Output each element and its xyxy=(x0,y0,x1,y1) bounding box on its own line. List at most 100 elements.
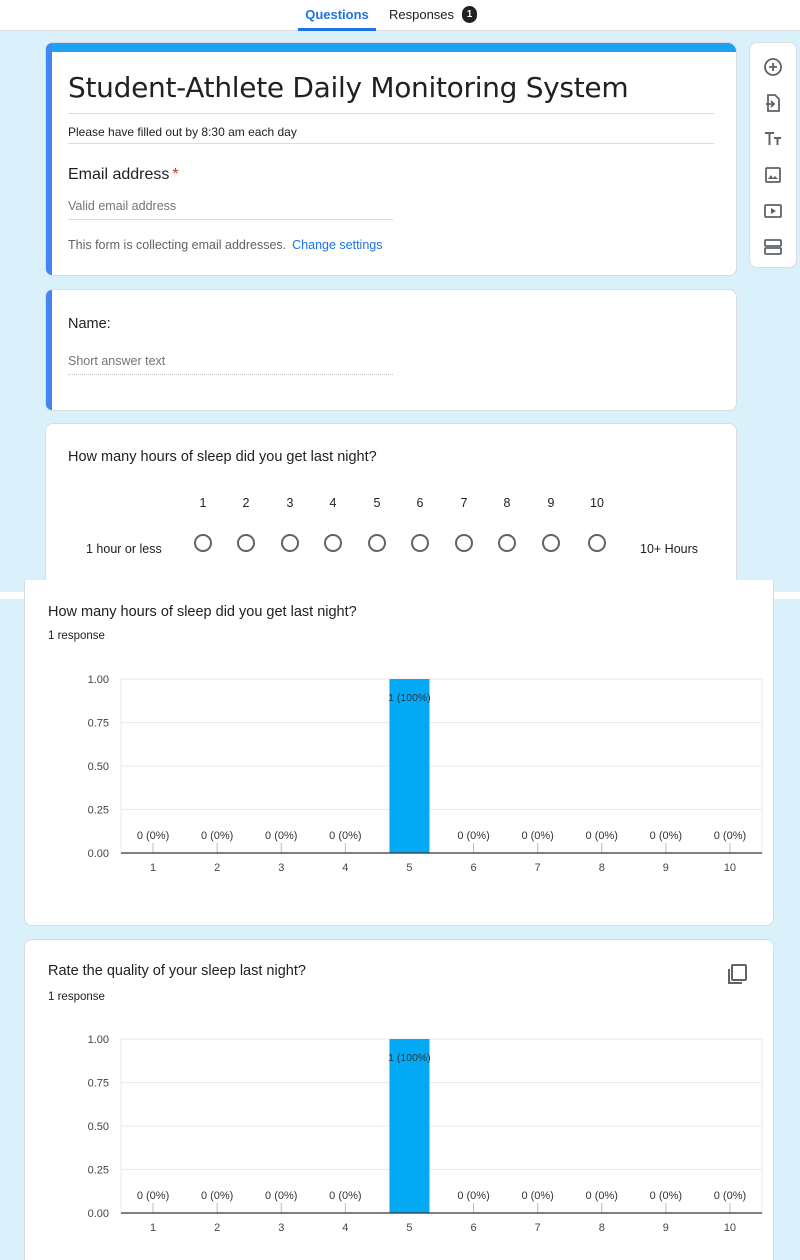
y-tick-label: 0.50 xyxy=(88,761,109,773)
add-video-icon[interactable] xyxy=(761,199,785,223)
data-label-2: 0 (0%) xyxy=(201,1190,233,1202)
tab-questions[interactable]: Questions xyxy=(298,7,376,31)
scale-radio-4[interactable] xyxy=(324,534,342,552)
data-label-6: 0 (0%) xyxy=(457,830,489,842)
scale-number-1: 1 xyxy=(199,496,207,510)
x-tick-label: 2 xyxy=(214,1222,220,1234)
add-section-icon[interactable] xyxy=(761,235,785,259)
collection-note-text: This form is collecting email addresses. xyxy=(68,238,287,252)
add-question-icon[interactable] xyxy=(761,55,785,79)
scale-number-8: 8 xyxy=(503,496,511,510)
short-answer-field: Short answer text xyxy=(68,354,393,375)
scale-radio-2[interactable] xyxy=(237,534,255,552)
y-tick-label: 0.75 xyxy=(88,1078,109,1090)
y-tick-label: 0.00 xyxy=(88,1208,109,1220)
question-label[interactable]: Name: xyxy=(68,316,111,332)
email-collection-note: This form is collecting email addresses.… xyxy=(68,238,382,252)
data-label-1: 0 (0%) xyxy=(137,830,169,842)
bar-chart: 0.00 0.25 0.50 0.75 1.00 0 (0%) 1 0 (0%) 2 0 (0%)… xyxy=(88,1034,763,1234)
y-tick-label: 1.00 xyxy=(88,1034,109,1046)
scale-radio-7[interactable] xyxy=(455,534,473,552)
scale-number-3: 3 xyxy=(286,496,294,510)
data-label-8: 0 (0%) xyxy=(586,1190,618,1202)
x-tick-label: 1 xyxy=(150,862,156,874)
x-tick-label: 4 xyxy=(342,1222,348,1234)
bar-5 xyxy=(389,1039,430,1213)
bar-chart: 0.00 0.25 0.50 0.75 1.00 0 (0%) 1 0 (0%) 2 0 (0%)… xyxy=(88,674,763,874)
form-header-card: Student-Athlete Daily Monitoring System … xyxy=(45,42,737,276)
x-tick-label: 9 xyxy=(663,1222,669,1234)
header-accent-stripe xyxy=(46,43,736,52)
scale-radio-8[interactable] xyxy=(498,534,516,552)
x-tick-label: 10 xyxy=(724,1222,736,1234)
x-tick-label: 3 xyxy=(278,862,284,874)
data-label-5: 1 (100%) xyxy=(388,1052,431,1064)
scale-low-label: 1 hour or less xyxy=(86,542,162,556)
y-tick-label: 0.25 xyxy=(88,1165,109,1177)
scale-radio-5[interactable] xyxy=(368,534,386,552)
x-tick-label: 8 xyxy=(599,1222,605,1234)
data-label-8: 0 (0%) xyxy=(586,830,618,842)
x-tick-label: 6 xyxy=(470,862,476,874)
x-tick-label: 6 xyxy=(470,1222,476,1234)
change-settings-link[interactable]: Change settings xyxy=(292,238,382,252)
question-card-name[interactable]: Name: Short answer text xyxy=(45,289,737,411)
scale-radio-9[interactable] xyxy=(542,534,560,552)
data-label-7: 0 (0%) xyxy=(521,830,553,842)
email-label-text: Email address xyxy=(68,166,170,183)
data-label-4: 0 (0%) xyxy=(329,830,361,842)
x-tick-label: 3 xyxy=(278,1222,284,1234)
scale-radio-3[interactable] xyxy=(281,534,299,552)
scale-radio-6[interactable] xyxy=(411,534,429,552)
active-section-indicator xyxy=(46,290,52,410)
email-field[interactable]: Valid email address xyxy=(68,199,393,220)
question-label[interactable]: How many hours of sleep did you get last… xyxy=(68,449,377,465)
tab-responses[interactable]: Responses xyxy=(389,7,454,31)
x-tick-label: 1 xyxy=(150,1222,156,1234)
add-title-icon[interactable] xyxy=(761,127,785,151)
data-label-10: 0 (0%) xyxy=(714,830,746,842)
scale-number-4: 4 xyxy=(329,496,337,510)
import-questions-icon[interactable] xyxy=(761,91,785,115)
y-tick-label: 0.25 xyxy=(88,805,109,817)
y-tick-label: 0.75 xyxy=(88,718,109,730)
scale-radio-1[interactable] xyxy=(194,534,212,552)
x-tick-label: 5 xyxy=(406,1222,412,1234)
email-field-label: Email address * xyxy=(68,166,179,184)
scale-number-7: 7 xyxy=(460,496,468,510)
add-image-icon[interactable] xyxy=(761,163,785,187)
required-asterisk: * xyxy=(172,166,179,183)
x-tick-label: 9 xyxy=(663,862,669,874)
data-label-9: 0 (0%) xyxy=(650,830,682,842)
data-label-1: 0 (0%) xyxy=(137,1190,169,1202)
y-tick-label: 0.00 xyxy=(88,848,109,860)
x-tick-label: 5 xyxy=(406,862,412,874)
title-underline xyxy=(68,113,714,114)
active-section-indicator xyxy=(46,43,52,275)
question-card-sleep-hours[interactable]: How many hours of sleep did you get last… xyxy=(45,423,737,591)
x-tick-label: 7 xyxy=(535,1222,541,1234)
data-label-3: 0 (0%) xyxy=(265,830,297,842)
x-tick-label: 7 xyxy=(535,862,541,874)
scale-number-5: 5 xyxy=(373,496,381,510)
data-label-2: 0 (0%) xyxy=(201,830,233,842)
question-toolbar xyxy=(749,42,797,268)
response-chart-card: How many hours of sleep did you get last… xyxy=(24,580,774,926)
y-tick-label: 1.00 xyxy=(88,674,109,686)
scale-radio-10[interactable] xyxy=(588,534,606,552)
form-title[interactable]: Student-Athlete Daily Monitoring System xyxy=(68,71,629,104)
data-label-10: 0 (0%) xyxy=(714,1190,746,1202)
x-tick-label: 2 xyxy=(214,862,220,874)
data-label-6: 0 (0%) xyxy=(457,1190,489,1202)
x-tick-label: 4 xyxy=(342,862,348,874)
form-description[interactable]: Please have filled out by 8:30 am each d… xyxy=(68,125,297,139)
x-tick-label: 8 xyxy=(599,862,605,874)
scale-number-9: 9 xyxy=(547,496,555,510)
scale-number-10: 10 xyxy=(590,496,604,510)
description-underline xyxy=(68,143,714,144)
data-label-7: 0 (0%) xyxy=(521,1190,553,1202)
data-label-9: 0 (0%) xyxy=(650,1190,682,1202)
bar-5 xyxy=(389,679,430,853)
response-chart-card: Rate the quality of your sleep last nigh… xyxy=(24,939,774,1260)
responses-count-badge: 1 xyxy=(462,6,477,23)
